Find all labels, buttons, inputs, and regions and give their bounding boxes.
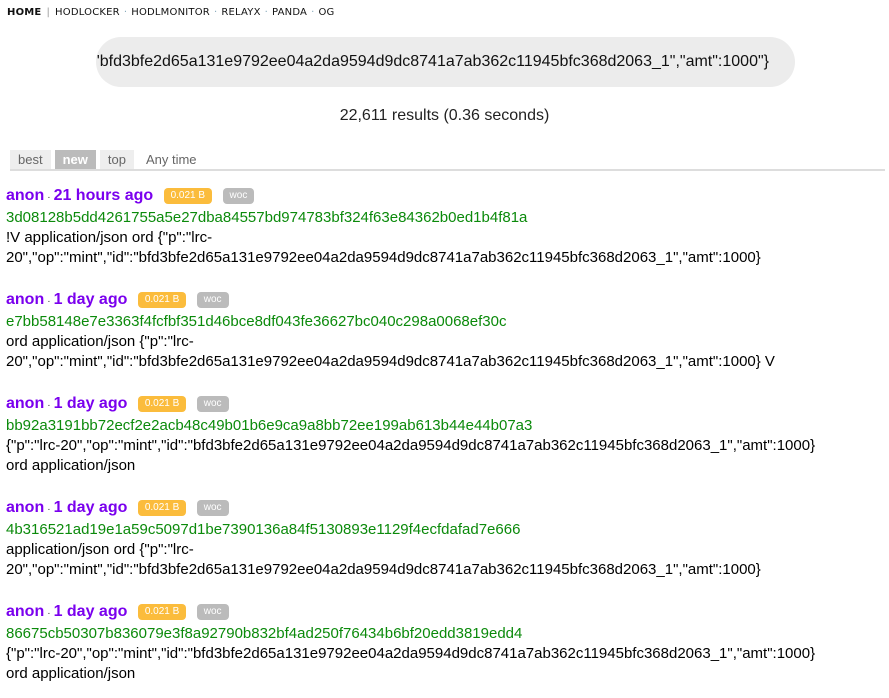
nav-og[interactable]: OG	[318, 7, 334, 18]
post-author[interactable]: anon	[6, 499, 44, 516]
woc-link[interactable]: woc	[196, 604, 229, 620]
nav-home[interactable]: HOME	[7, 7, 41, 18]
post-author[interactable]: anon	[6, 603, 44, 620]
divider: ·	[264, 7, 269, 18]
amount-badge: 0.021 B	[163, 188, 213, 204]
post-content-line: {"p":"lrc-20","op":"mint","id":"bfd3bfe2…	[6, 437, 816, 454]
post-author[interactable]: anon	[6, 187, 44, 204]
divider: ·	[123, 7, 128, 18]
post-author[interactable]: anon	[6, 291, 44, 308]
nav-panda[interactable]: PANDA	[272, 7, 307, 18]
tx-hash-link[interactable]: 3d08128b5dd4261755a5e27dba84557bd974783b…	[6, 208, 761, 228]
post-time[interactable]: 1 day ago	[54, 291, 128, 308]
post: anon · 1 day ago 0.021 B woc bb92a3191bb72…	[6, 394, 815, 476]
woc-link[interactable]: woc	[196, 396, 229, 412]
tx-hash-link[interactable]: bb92a3191bb72ecf2e2acb48c49b01b6e9ca9a8b…	[6, 416, 815, 436]
sort-tabs: best new top Any time	[10, 150, 885, 171]
divider: ·	[47, 504, 51, 515]
tx-hash-link[interactable]: 86675cb50307b836079e3f8a92790b832bf4ad25…	[6, 624, 815, 644]
post-meta: anon · 1 day ago 0.021 B woc	[6, 394, 815, 416]
post-content-line: ord application/json	[6, 457, 136, 474]
tab-top[interactable]: top	[99, 150, 134, 169]
post-time[interactable]: 1 day ago	[54, 395, 128, 412]
divider: ·	[47, 192, 51, 203]
post: anon · 21 hours ago 0.021 B woc 3d08128b5d…	[6, 186, 761, 268]
post-author[interactable]: anon	[6, 395, 44, 412]
tx-hash-link[interactable]: e7bb58148e7e3363f4fcfbf351d46bce8df043fe…	[6, 312, 775, 332]
results-count: 22,611 results (0.36 seconds)	[339, 107, 550, 124]
time-filter[interactable]: Any time	[138, 150, 205, 169]
amount-badge: 0.021 B	[137, 500, 187, 516]
post-content-line: 20","op":"mint","id":"bfd3bfe2d65a131e97…	[6, 249, 761, 266]
amount-badge: 0.021 B	[137, 292, 187, 308]
post-time[interactable]: 1 day ago	[54, 603, 128, 620]
post-content-line: ord application/json	[6, 665, 136, 682]
post-content-line: application/json ord {"p":"lrc-	[6, 541, 194, 558]
post-meta: anon · 1 day ago 0.021 B woc	[6, 290, 775, 312]
post: anon · 1 day ago 0.021 B woc e7bb58148e7e3…	[6, 290, 775, 372]
post-content-line: 20","op":"mint","id":"bfd3bfe2d65a131e97…	[6, 561, 761, 578]
tab-best[interactable]: best	[10, 150, 51, 169]
post-meta: anon · 1 day ago 0.021 B woc	[6, 498, 761, 520]
woc-link[interactable]: woc	[196, 292, 229, 308]
woc-link[interactable]: woc	[222, 188, 255, 204]
nav-hodlmonitor[interactable]: HODLMONITOR	[131, 7, 210, 18]
post-meta: anon · 1 day ago 0.021 B woc	[6, 602, 815, 624]
nav-relayx[interactable]: RELAYX	[221, 7, 260, 18]
tx-hash-link[interactable]: 4b316521ad19e1a59c5097d1be7390136a84f513…	[6, 520, 761, 540]
post-content-line: ord application/json {"p":"lrc-	[6, 333, 194, 350]
woc-link[interactable]: woc	[196, 500, 229, 516]
divider: ·	[47, 296, 51, 307]
search-box	[96, 37, 795, 87]
top-nav: HOME | HODLOCKER · HODLMONITOR · RELAYX · PANDA ·…	[7, 7, 335, 18]
amount-badge: 0.021 B	[137, 396, 187, 412]
divider: ·	[311, 7, 315, 18]
divider: ·	[213, 7, 218, 18]
post: anon · 1 day ago 0.021 B woc 86675cb50307b…	[6, 602, 815, 684]
post-content-line: 20","op":"mint","id":"bfd3bfe2d65a131e97…	[6, 353, 775, 370]
divider: ·	[47, 608, 51, 619]
nav-hodlocker[interactable]: HODLOCKER	[55, 7, 120, 18]
post-time[interactable]: 1 day ago	[54, 499, 128, 516]
divider: |	[46, 7, 51, 18]
divider: ·	[47, 400, 51, 411]
tab-new[interactable]: new	[54, 150, 96, 169]
post-meta: anon · 21 hours ago 0.021 B woc	[6, 186, 761, 208]
post-content-line: !V application/json ord {"p":"lrc-	[6, 229, 213, 246]
post: anon · 1 day ago 0.021 B woc 4b316521ad19e…	[6, 498, 761, 580]
post-time[interactable]: 21 hours ago	[54, 187, 154, 204]
post-content-line: {"p":"lrc-20","op":"mint","id":"bfd3bfe2…	[6, 645, 816, 662]
search-input[interactable]	[96, 37, 795, 87]
amount-badge: 0.021 B	[137, 604, 187, 620]
